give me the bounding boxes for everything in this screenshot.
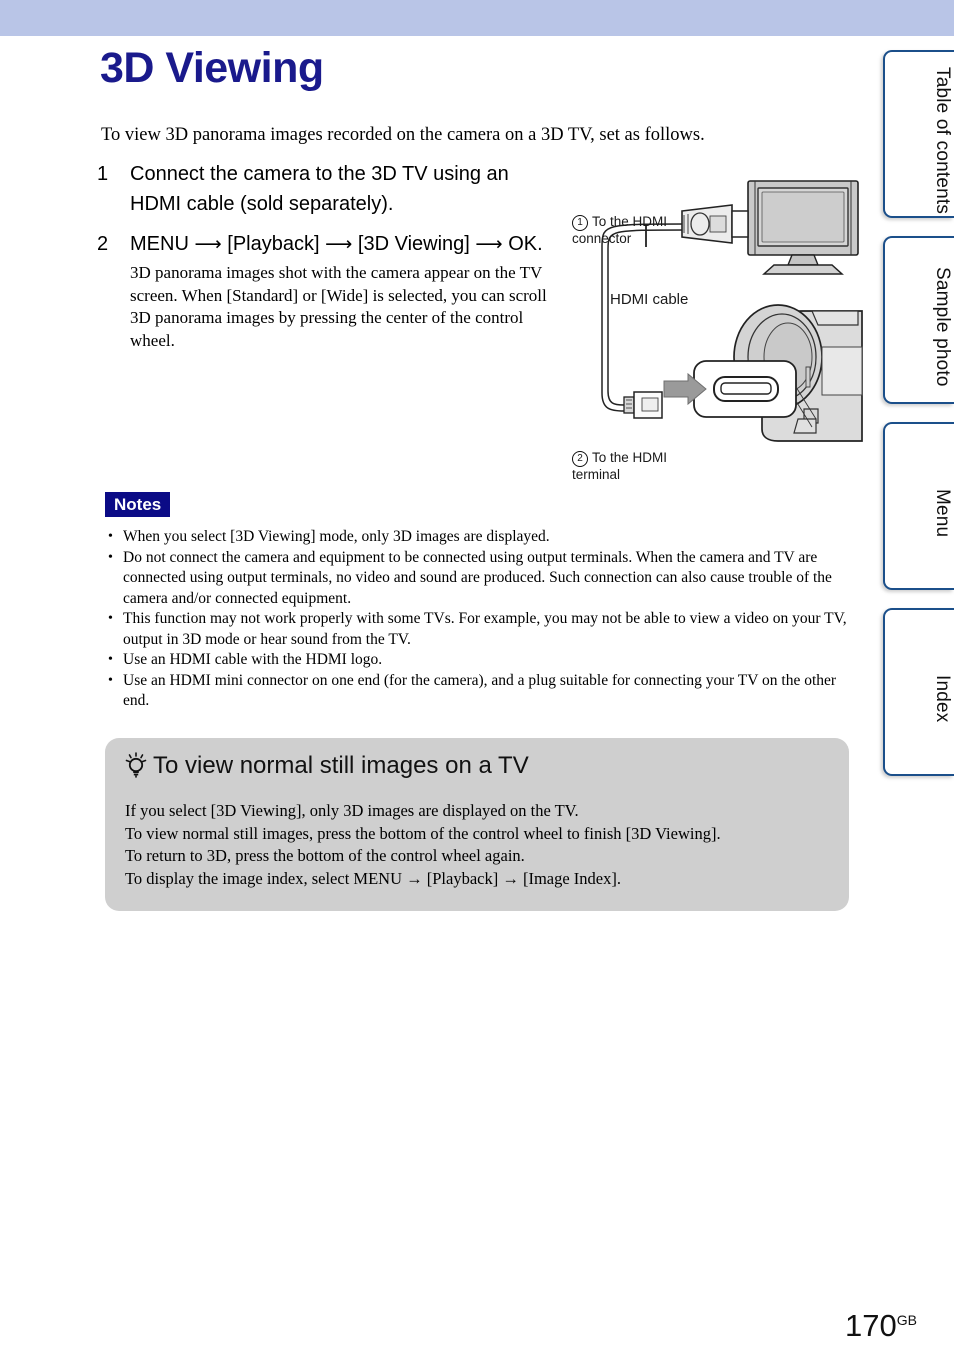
- lightbulb-icon: [125, 752, 147, 778]
- step-2-description: 3D panorama images shot with the camera …: [130, 263, 547, 350]
- sidebar-tab-label: Sample photo: [932, 267, 953, 387]
- diagram-callout-2: 2 To the HDMI terminal: [572, 433, 667, 483]
- tip-body: If you select [3D Viewing], only 3D imag…: [125, 800, 825, 890]
- menu-path-3: OK.: [508, 233, 543, 255]
- page-content: 3D Viewing To view 3D panorama images re…: [0, 36, 917, 1357]
- diagram-callout-1: 1 To the HDMI connector: [572, 197, 667, 247]
- sidebar-tab-label: Table of contents: [932, 67, 953, 215]
- arrow-icon: ⟶: [325, 233, 353, 255]
- sidebar-tab-menu[interactable]: Menu: [883, 422, 954, 590]
- notes-list: When you select [3D Viewing] mode, only …: [105, 527, 850, 712]
- tip-line: To view normal still images, press the b…: [125, 823, 721, 843]
- step-1-heading: Connect the camera to the 3D TV using an…: [130, 163, 509, 215]
- note-item: Use an HDMI cable with the HDMI logo.: [105, 650, 850, 671]
- callout-number-2-icon: 2: [572, 450, 588, 467]
- step-2: 2 MENU ⟶ [Playback] ⟶ [3D Viewing] ⟶ OK.…: [97, 229, 562, 352]
- intro-paragraph: To view 3D panorama images recorded on t…: [101, 125, 705, 145]
- page-title: 3D Viewing: [100, 44, 324, 92]
- arrow-icon: ⟶: [475, 233, 503, 255]
- hdmi-mini-plug: [623, 391, 663, 419]
- menu-path-0: MENU: [130, 233, 189, 255]
- step-2-number: 2: [97, 233, 109, 255]
- note-item: This function may not work properly with…: [105, 609, 850, 650]
- tip-box: To view normal still images on a TV If y…: [105, 738, 849, 911]
- tip-line: If you select [3D Viewing], only 3D imag…: [125, 801, 579, 820]
- note-item: Use an HDMI mini connector on one end (f…: [105, 671, 850, 712]
- side-tab-strip: Table of contents Sample photo Menu Inde…: [872, 0, 954, 1357]
- step-2-heading: MENU ⟶ [Playback] ⟶ [3D Viewing] ⟶ OK.: [130, 229, 562, 259]
- top-banner: [0, 0, 954, 36]
- callout-number-1-icon: 1: [572, 214, 588, 231]
- arrow-icon: ⟶: [194, 233, 222, 255]
- tip-heading-text: To view normal still images on a TV: [153, 752, 529, 779]
- diagram-cable-label: HDMI cable: [610, 291, 689, 308]
- menu-path-2: [3D Viewing]: [357, 233, 470, 255]
- step-1: 1 Connect the camera to the 3D TV using …: [97, 159, 562, 219]
- sidebar-tab-sample-photo[interactable]: Sample photo: [883, 236, 954, 404]
- tv-illustration: [747, 180, 859, 275]
- menu-path-1: [Playback]: [227, 233, 320, 255]
- note-item: When you select [3D Viewing] mode, only …: [105, 527, 850, 548]
- note-item: Do not connect the camera and equipment …: [105, 548, 850, 610]
- connection-diagram: 1 To the HDMI connector HDMI cable 2 To th…: [566, 161, 866, 482]
- sidebar-tab-index[interactable]: Index: [883, 608, 954, 776]
- steps-list: 1 Connect the camera to the 3D TV using …: [97, 159, 562, 355]
- step-1-number: 1: [97, 163, 109, 185]
- notes-badge: Notes: [105, 492, 171, 517]
- sidebar-tab-label: Index: [932, 675, 953, 723]
- sidebar-tab-label: Menu: [932, 488, 953, 538]
- sidebar-tab-table-of-contents[interactable]: Table of contents: [883, 50, 954, 218]
- tip-line: To display the image index, select MENU …: [125, 868, 621, 888]
- tip-heading-row: To view normal still images on a TV: [125, 750, 529, 782]
- hdmi-connector-plug: [681, 204, 749, 244]
- tip-line: To return to 3D, press the bottom of the…: [125, 846, 525, 865]
